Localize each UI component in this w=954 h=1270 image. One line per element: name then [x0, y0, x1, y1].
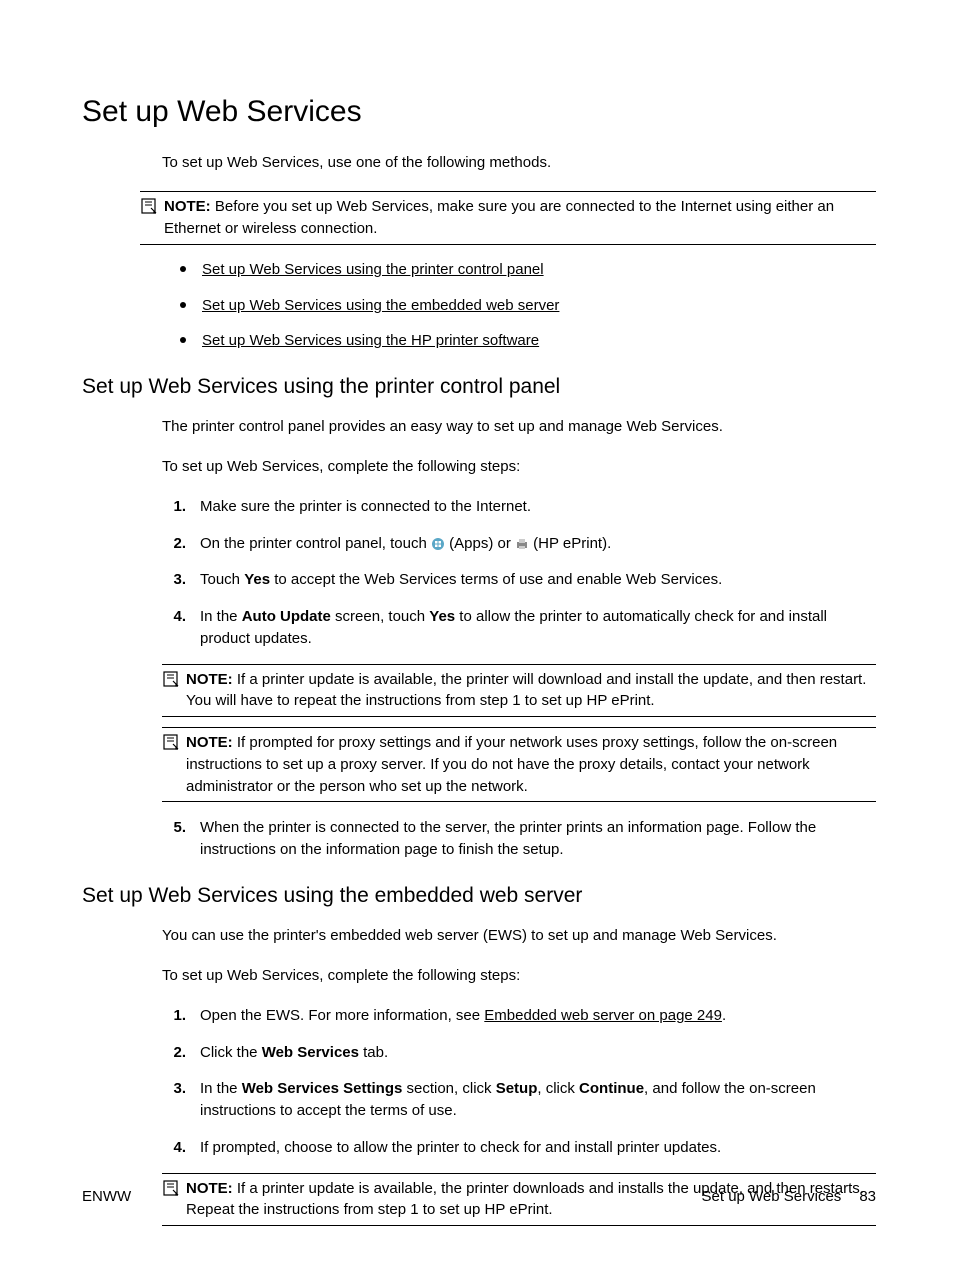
step-item: On the printer control panel, touch (App…	[162, 533, 876, 555]
step-text: section, click	[402, 1080, 495, 1097]
note-text: If prompted for proxy settings and if yo…	[186, 734, 837, 795]
step-text: (Apps) or	[445, 535, 515, 552]
step-text: In the	[200, 608, 242, 625]
step-text: .	[722, 1007, 726, 1024]
section-heading-control-panel: Set up Web Services using the printer co…	[82, 372, 876, 402]
step-item: If prompted, choose to allow the printer…	[162, 1137, 876, 1226]
bold-text: Web Services	[262, 1044, 359, 1061]
note-icon	[140, 197, 158, 215]
note-label: NOTE:	[164, 198, 211, 215]
step-text: If prompted, choose to allow the printer…	[200, 1139, 721, 1156]
body-text: To set up Web Services, complete the fol…	[162, 965, 876, 987]
page-footer: ENWW Set up Web Services 83	[82, 1186, 876, 1208]
step-item: Touch Yes to accept the Web Services ter…	[162, 569, 876, 591]
toc-list: Set up Web Services using the printer co…	[180, 259, 876, 352]
note-icon	[162, 733, 180, 751]
step-text: tab.	[359, 1044, 388, 1061]
toc-link-control-panel[interactable]: Set up Web Services using the printer co…	[202, 261, 544, 278]
note-intro-box: NOTE: Before you set up Web Services, ma…	[140, 191, 876, 245]
step-text: (HP ePrint).	[529, 535, 611, 552]
step-text: screen, touch	[331, 608, 429, 625]
step-item: Make sure the printer is connected to th…	[162, 496, 876, 518]
toc-item: Set up Web Services using the embedded w…	[180, 295, 876, 317]
step-text: Click the	[200, 1044, 262, 1061]
bold-text: Yes	[429, 608, 455, 625]
step-text: Touch	[200, 571, 244, 588]
step-item: Open the EWS. For more information, see …	[162, 1005, 876, 1027]
bold-text: Auto Update	[242, 608, 331, 625]
step-item: When the printer is connected to the ser…	[162, 817, 876, 861]
step-text: In the	[200, 1080, 242, 1097]
bold-text: Setup	[496, 1080, 538, 1097]
footer-left: ENWW	[82, 1186, 131, 1208]
note-label: NOTE:	[186, 671, 233, 688]
section-heading-ews: Set up Web Services using the embedded w…	[82, 881, 876, 911]
bold-text: Yes	[244, 571, 270, 588]
note-icon	[162, 670, 180, 688]
note-intro-text: Before you set up Web Services, make sur…	[164, 198, 834, 237]
note-label: NOTE:	[186, 734, 233, 751]
step-text: , click	[537, 1080, 579, 1097]
note-text: If a printer update is available, the pr…	[186, 671, 866, 710]
toc-link-software[interactable]: Set up Web Services using the HP printer…	[202, 332, 539, 349]
bold-text: Continue	[579, 1080, 644, 1097]
xref-ews-link[interactable]: Embedded web server on page 249	[484, 1007, 722, 1024]
step-item: In the Auto Update screen, touch Yes to …	[162, 606, 876, 802]
footer-page-number: 83	[859, 1186, 876, 1208]
note-box: NOTE: If a printer update is available, …	[162, 664, 876, 718]
toc-item: Set up Web Services using the printer co…	[180, 259, 876, 281]
toc-item: Set up Web Services using the HP printer…	[180, 330, 876, 352]
bold-text: Web Services Settings	[242, 1080, 403, 1097]
page-title: Set up Web Services	[82, 90, 876, 134]
step-item: In the Web Services Settings section, cl…	[162, 1078, 876, 1122]
apps-icon	[431, 537, 445, 551]
toc-link-ews[interactable]: Set up Web Services using the embedded w…	[202, 297, 559, 314]
intro-text: To set up Web Services, use one of the f…	[162, 152, 876, 174]
footer-section-title: Set up Web Services	[702, 1186, 842, 1208]
body-text: You can use the printer's embedded web s…	[162, 925, 876, 947]
step-text: Open the EWS. For more information, see	[200, 1007, 484, 1024]
hp-eprint-icon	[515, 537, 529, 551]
step-text: to accept the Web Services terms of use …	[270, 571, 722, 588]
body-text: To set up Web Services, complete the fol…	[162, 456, 876, 478]
step-text: On the printer control panel, touch	[200, 535, 431, 552]
note-box: NOTE: If prompted for proxy settings and…	[162, 727, 876, 802]
step-item: Click the Web Services tab.	[162, 1042, 876, 1064]
body-text: The printer control panel provides an ea…	[162, 416, 876, 438]
